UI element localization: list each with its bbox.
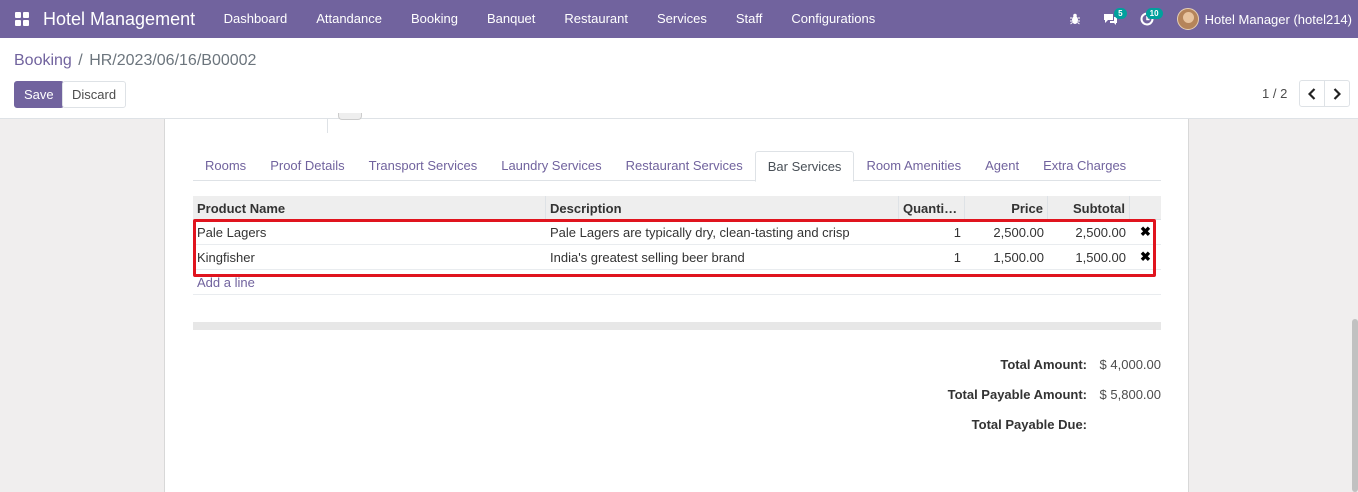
breadcrumb-current-record: HR/2023/06/16/B00002: [89, 52, 257, 69]
messages-badge: 5: [1114, 8, 1127, 19]
main-menu: Dashboard Attandance Booking Banquet Res…: [209, 0, 890, 38]
user-menu[interactable]: Hotel Manager (hotel214): [1205, 12, 1352, 27]
activities-clock-icon[interactable]: 10: [1129, 0, 1165, 38]
tab-laundry-services[interactable]: Laundry Services: [489, 151, 613, 180]
chevron-left-icon: [1308, 87, 1316, 100]
chevron-right-icon: [1333, 87, 1341, 100]
pager-next-button[interactable]: [1324, 80, 1350, 107]
menu-item-banquet[interactable]: Banquet: [472, 0, 549, 38]
total-payable-value: $ 5,800.00: [1099, 387, 1161, 402]
table-footer-bar: [193, 322, 1161, 330]
column-header-price[interactable]: Price: [965, 195, 1048, 220]
toggle-field-edge: [338, 113, 362, 120]
pager-value[interactable]: 1 / 2: [1262, 86, 1287, 101]
tab-proof-details[interactable]: Proof Details: [258, 151, 356, 180]
total-payable-label: Total Payable Amount:: [947, 387, 1087, 402]
total-payable-row: Total Payable Amount: $ 5,800.00: [865, 387, 1161, 417]
tab-agent[interactable]: Agent: [973, 151, 1031, 180]
menu-item-services[interactable]: Services: [643, 0, 722, 38]
page-scrollbar[interactable]: [1350, 119, 1358, 492]
menu-item-configurations[interactable]: Configurations: [777, 0, 890, 38]
highlight-annotation-box: [193, 219, 1156, 277]
menu-item-dashboard[interactable]: Dashboard: [209, 0, 302, 38]
menu-item-restaurant[interactable]: Restaurant: [550, 0, 643, 38]
field-divider: [327, 119, 328, 133]
menu-item-staff[interactable]: Staff: [721, 0, 777, 38]
activities-badge: 10: [1145, 8, 1163, 19]
messages-icon[interactable]: 5: [1093, 0, 1129, 38]
total-due-row: Total Payable Due:: [865, 417, 1161, 447]
control-panel: Booking / HR/2023/06/16/B00002 Save Disc…: [0, 38, 1358, 119]
tab-room-amenities[interactable]: Room Amenities: [854, 151, 973, 180]
tab-transport-services[interactable]: Transport Services: [357, 151, 490, 180]
tab-extra-charges[interactable]: Extra Charges: [1031, 151, 1138, 180]
totals-section: Total Amount: $ 4,000.00 Total Payable A…: [865, 357, 1161, 447]
column-header-actions: [1130, 196, 1161, 220]
scrollbar-thumb[interactable]: [1352, 319, 1358, 492]
navbar-systray: 5 10 Hotel Manager (hotel214): [1057, 0, 1358, 38]
column-header-description[interactable]: Description: [546, 195, 899, 220]
tab-bar-services[interactable]: Bar Services: [754, 151, 855, 182]
user-avatar[interactable]: [1176, 8, 1199, 30]
table-header-row: Product Name Description Quantity… Price…: [193, 195, 1161, 220]
pager-previous-button[interactable]: [1299, 80, 1325, 107]
column-header-quantity[interactable]: Quantity…: [899, 195, 965, 220]
total-amount-row: Total Amount: $ 4,000.00: [865, 357, 1161, 387]
column-header-subtotal[interactable]: Subtotal: [1048, 195, 1130, 220]
app-brand[interactable]: Hotel Management: [43, 9, 195, 30]
form-sheet: Rooms Proof Details Transport Services L…: [164, 113, 1189, 492]
breadcrumb-separator: /: [78, 52, 83, 69]
total-due-label: Total Payable Due:: [971, 417, 1087, 432]
tab-rooms[interactable]: Rooms: [193, 151, 258, 180]
total-amount-value: $ 4,000.00: [1099, 357, 1161, 372]
breadcrumb: Booking / HR/2023/06/16/B00002: [14, 52, 256, 70]
total-amount-label: Total Amount:: [1000, 357, 1087, 372]
tab-restaurant-services[interactable]: Restaurant Services: [614, 151, 755, 180]
discard-button[interactable]: Discard: [62, 81, 127, 108]
menu-item-attandance[interactable]: Attandance: [302, 0, 397, 38]
bug-icon[interactable]: [1057, 0, 1093, 38]
menu-item-booking[interactable]: Booking: [396, 0, 472, 38]
top-navbar: Hotel Management Dashboard Attandance Bo…: [0, 0, 1358, 38]
save-button[interactable]: Save: [14, 81, 64, 108]
breadcrumb-booking-link[interactable]: Booking: [14, 52, 72, 69]
column-header-product-name[interactable]: Product Name: [193, 195, 546, 220]
notebook-tabs: Rooms Proof Details Transport Services L…: [193, 151, 1161, 182]
apps-menu-icon[interactable]: [15, 12, 29, 26]
